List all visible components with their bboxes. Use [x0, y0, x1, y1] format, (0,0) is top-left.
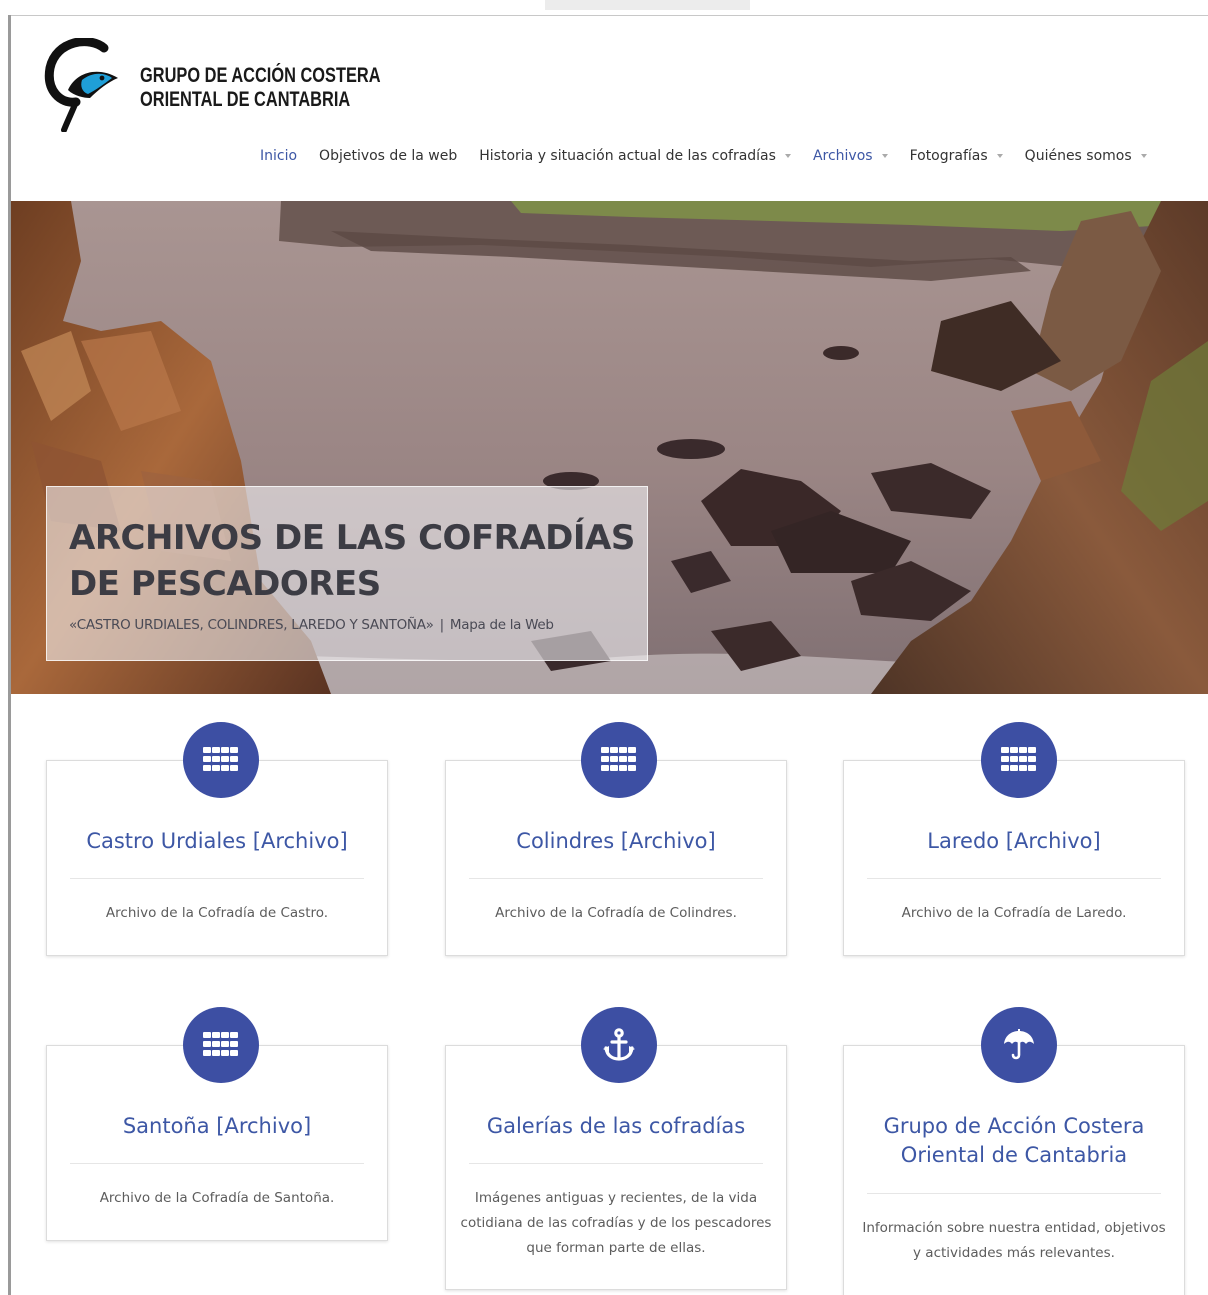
grid-icon: [601, 747, 636, 771]
hero-separator: |: [439, 617, 445, 633]
card-icon-castro[interactable]: [183, 722, 259, 798]
card-title[interactable]: Castro Urdiales [Archivo]: [47, 827, 387, 856]
chevron-down-icon: [1140, 154, 1147, 158]
card-divider: [867, 1193, 1161, 1194]
chevron-down-icon: [996, 154, 1003, 158]
hero-subtitle-quote: «CASTRO URDIALES, COLINDRES, LAREDO Y SA…: [69, 617, 434, 633]
nav-item-fotografias[interactable]: Fotografías: [910, 148, 1003, 164]
nav-item-label: Quiénes somos: [1024, 148, 1132, 164]
card-text: Imágenes antiguas y recientes, de la vid…: [460, 1190, 772, 1256]
nav-item-label: Inicio: [260, 148, 298, 164]
nav-item-label: Archivos: [812, 148, 873, 164]
anchor-icon: [603, 1028, 635, 1061]
nav-item-label: Fotografías: [909, 148, 988, 164]
nav-item-objetivos[interactable]: Objetivos de la web: [319, 148, 457, 164]
nav-item-label: Objetivos de la web: [319, 148, 458, 164]
card-title[interactable]: Santoña [Archivo]: [47, 1112, 387, 1141]
card-icon-colindres[interactable]: [581, 722, 657, 798]
card-title[interactable]: Laredo [Archivo]: [844, 827, 1184, 856]
card-divider: [70, 878, 364, 879]
card-title[interactable]: Grupo de Acción Costera Oriental de Cant…: [844, 1112, 1184, 1170]
hero-caption-box: ARCHIVOS DE LAS COFRADÍAS DE PESCADORES …: [46, 486, 648, 661]
card-icon-grupo[interactable]: [981, 1007, 1057, 1083]
grid-icon: [1001, 747, 1036, 771]
brand-line-2: ORIENTAL DE CANTABRIA: [140, 88, 351, 111]
card-title[interactable]: Galerías de las cofradías: [446, 1112, 786, 1141]
nav-item-archivos[interactable]: Archivos: [813, 148, 888, 164]
card-divider: [867, 878, 1161, 879]
hero-subtitle: «CASTRO URDIALES, COLINDRES, LAREDO Y SA…: [69, 617, 554, 633]
brand-line-1: GRUPO DE ACCIÓN COSTERA: [140, 64, 381, 87]
nav-item-quienes-somos[interactable]: Quiénes somos: [1025, 148, 1147, 164]
card-text: Información sobre nuestra entidad, objet…: [862, 1220, 1166, 1261]
nav-item-label: Historia y situación actual de las cofra…: [479, 148, 776, 164]
card-icon-santona[interactable]: [183, 1007, 259, 1083]
card-divider: [469, 878, 763, 879]
umbrella-icon: [1004, 1029, 1034, 1060]
main-navigation: Inicio Objetivos de la web Historia y si…: [260, 145, 1147, 167]
card-divider: [70, 1163, 364, 1164]
fish-logo-icon: [44, 37, 118, 133]
chevron-down-icon: [784, 154, 791, 158]
grid-icon: [203, 1032, 238, 1056]
card-text: Archivo de la Cofradía de Castro.: [105, 905, 329, 921]
grid-icon: [203, 747, 238, 771]
card-icon-laredo[interactable]: [981, 722, 1057, 798]
hero-title: ARCHIVOS DE LAS COFRADÍAS DE PESCADORES: [69, 518, 635, 604]
card-text: Archivo de la Cofradía de Colindres.: [495, 905, 737, 921]
hero-banner: ARCHIVOS DE LAS COFRADÍAS DE PESCADORES …: [11, 201, 1208, 694]
card-text: Archivo de la Cofradía de Santoña.: [99, 1190, 335, 1206]
nav-item-inicio[interactable]: Inicio: [260, 148, 297, 164]
browser-tab-shadow: [545, 0, 750, 10]
nav-item-historia[interactable]: Historia y situación actual de las cofra…: [479, 148, 791, 164]
top-divider: [8, 15, 1208, 16]
card-title[interactable]: Colindres [Archivo]: [446, 827, 786, 856]
sitemap-link[interactable]: Mapa de la Web: [450, 617, 554, 633]
site-logo[interactable]: [42, 37, 122, 133]
site-brand-name[interactable]: GRUPO DE ACCIÓN COSTERA ORIENTAL DE CANT…: [140, 64, 381, 112]
card-icon-galerias[interactable]: [581, 1007, 657, 1083]
card-text: Archivo de la Cofradía de Laredo.: [901, 905, 1127, 921]
chevron-down-icon: [881, 154, 888, 158]
card-divider: [469, 1163, 763, 1164]
